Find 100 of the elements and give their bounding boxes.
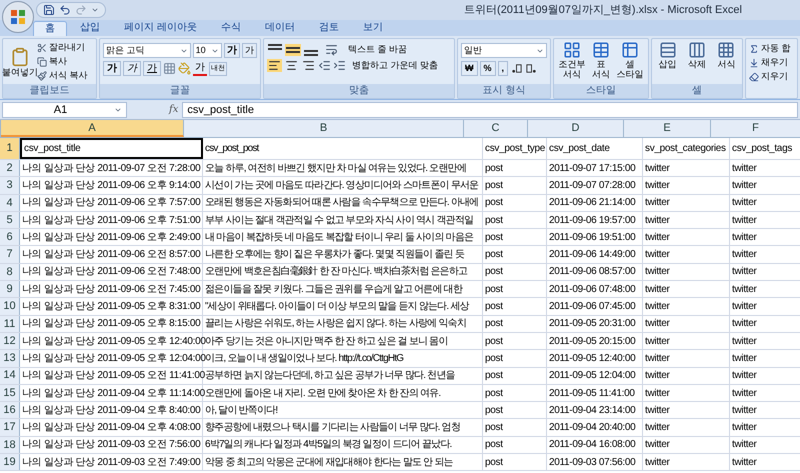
column-header[interactable]: A	[1, 120, 184, 137]
ribbon-tab[interactable]: 페이지 레이아웃	[113, 21, 208, 36]
shrink-font-button[interactable]: 가	[242, 43, 257, 58]
decimal-increase-icon[interactable]	[510, 62, 524, 75]
row-header[interactable]: 2	[0, 160, 20, 176]
save-icon[interactable]	[43, 4, 55, 16]
number-format-button[interactable]: %	[480, 61, 496, 76]
table-cell: 향주공항에 내렸으나 택시를 기다리는 사람들이 너무 많다. 엄청	[203, 419, 483, 436]
fill-color-icon[interactable]	[178, 62, 191, 75]
table-cell: 2011-09-06 21:14:00	[547, 194, 643, 211]
horizontal-align-button[interactable]	[284, 59, 299, 72]
table-cell: twitter	[730, 194, 800, 211]
row-header[interactable]: 18	[0, 436, 20, 454]
table-cell: twitter	[643, 368, 730, 384]
table-cell: 나의 일상과 단상 2011-09-06 오후 7:57:00	[20, 194, 203, 211]
wrap-text-button[interactable]: 텍스트 줄 바꿈	[348, 43, 408, 56]
horizontal-align-button[interactable]	[301, 59, 316, 72]
table-cell: twitter	[730, 436, 800, 454]
style-gallery-button[interactable]: 표 서식	[592, 41, 610, 84]
vertical-align-button[interactable]	[285, 44, 301, 56]
grow-font-button[interactable]: 가	[224, 43, 240, 58]
number-format-button[interactable]: ₩	[461, 61, 478, 76]
font-style-button[interactable]: 가	[143, 61, 161, 76]
formula-input[interactable]: csv_post_title	[182, 102, 798, 118]
table-cell: post	[483, 436, 547, 454]
cell-action-button[interactable]: 삽입	[658, 41, 677, 84]
column-header[interactable]: C	[464, 120, 528, 137]
table-cell: twitter	[730, 229, 800, 246]
column-header[interactable]: D	[528, 120, 624, 137]
row-header[interactable]: 7	[0, 246, 20, 263]
table-cell: 2011-09-06 07:48:00	[547, 281, 643, 298]
style-gallery-button[interactable]: 셀 스타일	[616, 41, 644, 84]
number-format-button[interactable]: ,	[498, 61, 508, 76]
clipboard-icon	[10, 46, 30, 66]
ribbon-tab[interactable]: 데이터	[254, 21, 306, 36]
font-style-button[interactable]: 가	[103, 61, 121, 76]
clipboard-action-button[interactable]: 잘라내기	[37, 41, 88, 54]
wrap-text-icon[interactable]	[325, 43, 338, 56]
row-header[interactable]: 11	[0, 316, 20, 332]
table-cell: twitter	[730, 332, 800, 350]
column-header[interactable]: F	[711, 120, 800, 137]
row-header[interactable]: 13	[0, 350, 20, 367]
name-box[interactable]: A1	[2, 102, 127, 118]
ribbon-tab[interactable]: 삽입	[69, 21, 111, 36]
ribbon-tab[interactable]: 검토	[308, 21, 350, 36]
ribbon-tab[interactable]: 홈	[33, 21, 67, 36]
table-cell: 나의 일상과 단상 2011-09-06 오전 8:57:00	[20, 246, 203, 263]
table-cell: 나의 일상과 단상 2011-09-04 오후 8:40:00	[20, 402, 203, 418]
editing-action-button[interactable]: 채우기	[749, 56, 797, 69]
editing-action-button[interactable]: 자동 합	[749, 42, 797, 55]
table-cell: twitter	[643, 316, 730, 332]
row-header[interactable]: 8	[0, 264, 20, 280]
column-header[interactable]: B	[184, 120, 464, 137]
font-style-button[interactable]: 가	[123, 61, 141, 76]
row-header[interactable]: 6	[0, 229, 20, 246]
table-cell: 젊은이들을 잘못 키웠다. 그들은 권위를 우습게 알고 어른에 대한	[203, 281, 483, 298]
undo-icon[interactable]	[59, 4, 71, 16]
border-icon[interactable]	[163, 62, 176, 75]
row-header[interactable]: 16	[0, 402, 20, 418]
table-cell: 나의 일상과 단상 2011-09-03 오전 7:49:00	[20, 454, 203, 470]
row-header[interactable]: 19	[0, 454, 20, 470]
font-size-field[interactable]: 10	[192, 43, 222, 58]
row-header[interactable]: 9	[0, 281, 20, 298]
action-icon	[37, 42, 47, 52]
row-header[interactable]: 5	[0, 212, 20, 228]
row-header[interactable]: 3	[0, 177, 20, 194]
ribbon-tab[interactable]: 보기	[352, 21, 394, 36]
cell-action-button[interactable]: 서식	[717, 41, 736, 84]
number-format-field[interactable]: 일반	[461, 43, 547, 58]
table-cell: twitter	[730, 246, 800, 263]
row-header[interactable]: 15	[0, 384, 20, 402]
paste-button[interactable]: 붙여넣기	[5, 46, 35, 76]
row-header[interactable]: 10	[0, 298, 20, 315]
style-gallery-button[interactable]: 조건부 서식	[558, 41, 586, 84]
table-cell: post	[483, 160, 547, 176]
row-header[interactable]: 4	[0, 194, 20, 211]
clipboard-action-button[interactable]: 서식 복사	[37, 69, 88, 82]
insert-function-button[interactable]: fx	[169, 102, 178, 117]
font-name-field[interactable]: 맑은 고딕	[103, 43, 191, 58]
row-header[interactable]: 1	[0, 138, 20, 159]
decimal-decrease-icon[interactable]	[525, 62, 538, 75]
table-cell: twitter	[730, 212, 800, 228]
indent-decrease-icon[interactable]	[318, 59, 331, 72]
table-cell: twitter	[730, 160, 800, 176]
table-cell: twitter	[730, 298, 800, 315]
clipboard-action-button[interactable]: 복사	[37, 55, 88, 68]
ribbon-tab[interactable]: 수식	[210, 21, 252, 36]
indent-increase-icon[interactable]	[333, 59, 346, 72]
cell-action-button[interactable]: 삭제	[688, 41, 706, 84]
table-cell: twitter	[730, 316, 800, 332]
row-header[interactable]: 12	[0, 332, 20, 350]
window-title: 트위터(2011년09월07일까지_변형).xlsx - Microsoft Excel	[464, 2, 742, 18]
horizontal-align-button[interactable]	[267, 59, 282, 72]
column-header[interactable]: E	[624, 120, 711, 137]
editing-icon	[749, 58, 759, 68]
font-color-button[interactable]: 가	[193, 62, 207, 76]
row-header[interactable]: 14	[0, 368, 20, 384]
merge-center-button[interactable]: 병합하고 가운데 맞춤	[352, 59, 438, 72]
row-header[interactable]: 17	[0, 419, 20, 436]
editing-action-button[interactable]: 지우기	[749, 70, 797, 83]
